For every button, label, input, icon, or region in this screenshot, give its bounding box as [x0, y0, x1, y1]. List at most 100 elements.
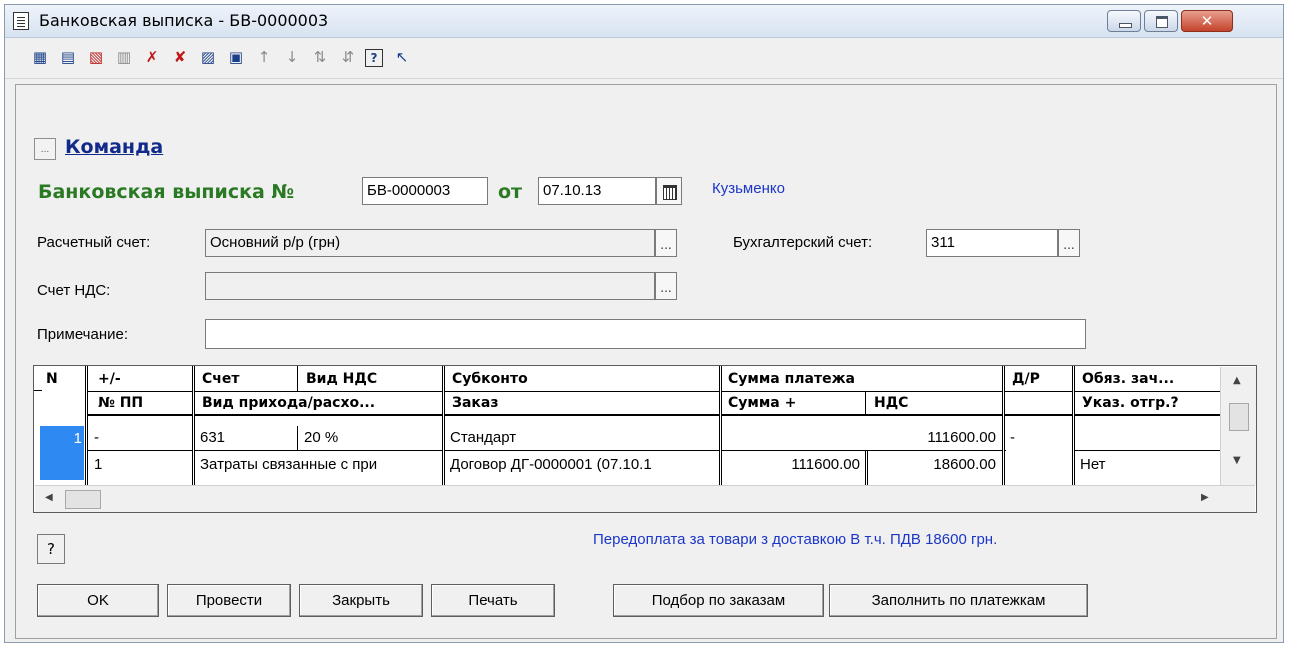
col-dr-header[interactable]: Д/Р — [1008, 368, 1074, 390]
delete-row-icon[interactable]: ▧ — [85, 46, 107, 68]
grid-line — [86, 450, 1006, 451]
fill-payments-button[interactable]: Заполнить по платежкам — [829, 584, 1088, 617]
account-label: Расчетный счет: — [37, 234, 151, 251]
close-icon: ✕ — [1200, 12, 1214, 30]
col-pp-header[interactable]: № ПП — [94, 392, 190, 414]
bk-account-label: Бухгалтерский счет: — [733, 234, 873, 251]
cell-sum[interactable]: 111600.00 — [722, 426, 1000, 450]
scroll-right-icon[interactable]: ▶ — [1201, 492, 1209, 503]
cell-vat-type[interactable]: 20 % — [300, 426, 440, 450]
account-pick-button[interactable]: ... — [655, 229, 677, 257]
col-subkonto-header[interactable]: Субконто — [448, 368, 718, 390]
title-bar[interactable]: Банковская выписка - БВ-0000003 ✕ — [5, 5, 1283, 38]
grid-line — [86, 414, 1220, 416]
command-link[interactable]: Команда — [65, 136, 163, 158]
columns-icon[interactable]: ▨ — [197, 46, 219, 68]
sort-asc-icon: ⇅ — [313, 48, 327, 66]
selected-row-marker[interactable]: 1 — [40, 426, 84, 480]
note-label: Примечание: — [37, 326, 128, 343]
grid-line — [34, 390, 42, 391]
pick-orders-button[interactable]: Подбор по заказам — [613, 584, 824, 617]
edit-row-icon: ▥ — [116, 48, 132, 66]
payment-purpose-text: Передоплата за товари з доставкою В т.ч.… — [593, 531, 998, 548]
col-income-type-header[interactable]: Вид прихода/расхо... — [198, 392, 442, 414]
maximize-button[interactable] — [1144, 10, 1178, 32]
move-down-icon: ↓ — [285, 48, 299, 66]
print-button[interactable]: Печать — [431, 584, 555, 617]
col-sum-header[interactable]: Сумма платежа — [724, 368, 994, 390]
minimize-button[interactable] — [1107, 10, 1141, 32]
horizontal-scrollbar[interactable]: ◀ ▶ — [35, 485, 1255, 512]
vat-account-pick-button[interactable]: ... — [655, 272, 677, 300]
mark-delete-icon[interactable]: ✗ — [141, 46, 163, 68]
grid-line — [1072, 366, 1075, 486]
note-input[interactable] — [205, 319, 1086, 349]
cell-vat[interactable]: 18600.00 — [868, 453, 1000, 477]
document-heading: Банковская выписка № — [38, 181, 295, 203]
cell-income-type[interactable]: Затраты связанные с при — [196, 453, 441, 477]
help-icon[interactable]: ? — [365, 49, 383, 67]
sort-desc-icon: ⇵ — [341, 48, 355, 66]
vertical-scrollbar[interactable]: ▲ ▼ — [1220, 367, 1256, 485]
context-help-icon[interactable]: ↖ — [391, 46, 413, 68]
author-name: Кузьменко — [712, 180, 785, 197]
help-button[interactable]: ? — [37, 534, 65, 564]
account-field[interactable]: Основний р/р (грн) — [205, 229, 655, 257]
post-button[interactable]: Провести — [167, 584, 291, 617]
copy-row-icon[interactable]: ▤ — [57, 46, 79, 68]
col-n-header[interactable]: N — [42, 368, 82, 390]
grid-line — [442, 366, 445, 486]
select-icon[interactable]: ▣ — [225, 46, 247, 68]
cell-subkonto[interactable]: Стандарт — [446, 426, 718, 450]
cell-dr[interactable]: - — [1006, 426, 1072, 450]
date-label: от — [498, 181, 523, 203]
close-window-button[interactable]: ✕ — [1181, 10, 1233, 32]
payments-table[interactable]: N +/- № ПП Счет Вид НДС Вид прихода/расх… — [33, 365, 1257, 513]
col-account-header[interactable]: Счет — [198, 368, 298, 390]
add-row-icon[interactable]: ▦ — [29, 46, 51, 68]
calendar-icon[interactable] — [656, 177, 682, 205]
move-up-icon: ↑ — [257, 48, 271, 66]
window-title: Банковская выписка - БВ-0000003 — [39, 11, 329, 30]
grid-line — [1074, 450, 1220, 451]
form-panel — [15, 84, 1277, 639]
col-vat-type-header[interactable]: Вид НДС — [302, 368, 442, 390]
col-oblig-header[interactable]: Обяз. зач... — [1078, 368, 1220, 390]
toolbar: ▦ ▤ ▧ ▥ ✗ ✘ ▨ ▣ ↑ ↓ ⇅ ⇵ ? ↖ — [5, 38, 1283, 79]
col-sign-header[interactable]: +/- — [94, 368, 190, 390]
row-number: 1 — [73, 430, 82, 447]
grid-line — [86, 391, 1220, 392]
col-ship-header[interactable]: Указ. отгр.? — [1078, 392, 1220, 414]
vertical-scroll-thumb[interactable] — [1229, 403, 1249, 431]
grid-line — [865, 392, 866, 415]
col-order-header[interactable]: Заказ — [448, 392, 718, 414]
scroll-left-icon[interactable]: ◀ — [45, 492, 53, 503]
bk-account-field[interactable]: 311 — [926, 229, 1058, 257]
grid-line — [192, 366, 195, 486]
grid-line — [297, 426, 298, 450]
cell-sum-plus[interactable]: 111600.00 — [722, 453, 864, 477]
col-sum-plus-header[interactable]: Сумма + — [724, 392, 864, 414]
scroll-up-icon[interactable]: ▲ — [1233, 375, 1241, 386]
cell-order[interactable]: Договор ДГ-0000001 (07.10.1 — [446, 453, 718, 477]
vat-account-field[interactable] — [205, 272, 655, 300]
grid-line — [1002, 366, 1005, 486]
command-menu-button[interactable]: ... — [34, 138, 56, 160]
horizontal-scroll-thumb[interactable] — [65, 490, 101, 509]
col-vat-header[interactable]: НДС — [870, 392, 996, 414]
vat-account-label: Счет НДС: — [37, 282, 111, 299]
cell-pp[interactable]: 1 — [90, 453, 190, 477]
document-icon — [13, 12, 29, 30]
document-date-input[interactable]: 07.10.13 — [538, 177, 656, 205]
grid-line — [297, 366, 298, 391]
bk-account-pick-button[interactable]: ... — [1058, 229, 1080, 257]
ok-button[interactable]: OK — [37, 584, 159, 617]
cell-ship[interactable]: Нет — [1076, 453, 1220, 477]
scroll-down-icon[interactable]: ▼ — [1233, 455, 1241, 466]
delete-icon[interactable]: ✘ — [169, 46, 191, 68]
cell-sign[interactable]: - — [90, 426, 190, 450]
grid-line — [85, 366, 88, 486]
document-number-input[interactable]: БВ-0000003 — [362, 177, 488, 205]
cell-account[interactable]: 631 — [196, 426, 296, 450]
close-button[interactable]: Закрыть — [299, 584, 423, 617]
